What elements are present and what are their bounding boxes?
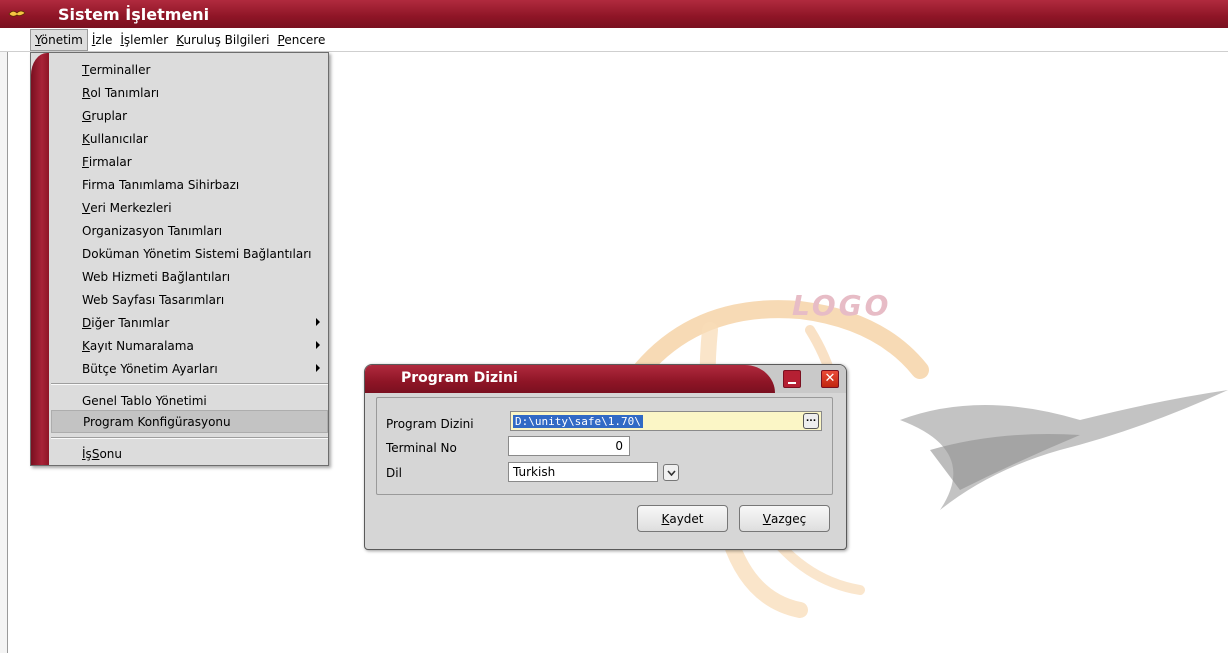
cancel-button[interactable]: Vazgeç [739, 505, 830, 532]
chevron-right-icon [316, 318, 320, 326]
menu-item-kayit-numaralama[interactable]: Kayıt Numaralama [51, 334, 328, 357]
menu-kurulus-mnemonic: K [176, 32, 184, 47]
language-label: Dil [386, 466, 402, 480]
browse-button[interactable]: ... [803, 413, 819, 429]
menu-separator [51, 383, 328, 385]
mnemonic: S [91, 446, 100, 461]
language-select[interactable]: Turkish [508, 462, 658, 482]
menu-item-label: Web Sayfası Tasarımları [82, 292, 225, 307]
menu-yonetim-label: önetim [40, 32, 83, 47]
chevron-down-icon[interactable] [663, 464, 679, 481]
dialog-field-group: Program Dizini D:\unity\safe\1.70\ ... T… [376, 397, 833, 495]
menu-item-firma-sihirbazi[interactable]: Firma Tanımlama Sihirbazı [51, 173, 328, 196]
dialog-titlebar[interactable]: Program Dizini ✕ [365, 365, 846, 393]
menu-item-label: erminaller [89, 62, 151, 77]
mnemonic: V [82, 200, 91, 215]
app-title: Sistem İşletmeni [58, 4, 210, 24]
chevron-right-icon [316, 364, 320, 372]
menu-yonetim[interactable]: Yönetim [30, 28, 88, 51]
menu-item-label: irmalar [88, 154, 132, 169]
program-dir-label: Program Dizini [386, 417, 474, 431]
menu-item-label: Doküman Yönetim Sistemi Bağlantıları [82, 246, 312, 261]
menu-item-organizasyon[interactable]: Organizasyon Tanımları [51, 219, 328, 242]
app-titlebar: Sistem İşletmeni [0, 0, 1228, 28]
yonetim-dropdown-menu: Terminaller Rol Tanımları Gruplar Kullan… [30, 52, 329, 466]
menu-item-genel-tablo[interactable]: Genel Tablo Yönetimi [51, 389, 328, 412]
menu-item-diger-tanimlar[interactable]: Diğer Tanımlar [51, 311, 328, 334]
mnemonic: K [82, 131, 90, 146]
minimize-button[interactable] [783, 370, 801, 388]
menu-item-firmalar[interactable]: Firmalar [51, 150, 328, 173]
program-dizini-dialog: Program Dizini ✕ Program Dizini D:\unity… [364, 364, 847, 550]
save-button[interactable]: Kaydet [637, 505, 728, 532]
menu-item-program-konfigurasyonu[interactable]: Program Konfigürasyonu [51, 410, 328, 433]
cancel-mnemonic: V [762, 511, 771, 526]
cancel-label: azgeç [770, 511, 807, 526]
close-button[interactable]: ✕ [821, 370, 839, 388]
menu-kurulus-label: uruluş Bilgileri [183, 32, 270, 47]
app-logo-icon [6, 5, 28, 23]
menu-item-butce-yonetim[interactable]: Bütçe Yönetim Ayarları [51, 357, 328, 380]
menu-item-web-hizmeti[interactable]: Web Hizmeti Bağlantıları [51, 265, 328, 288]
menu-item-gruplar[interactable]: Gruplar [51, 104, 328, 127]
mnemonic: R [82, 85, 91, 100]
menu-item-label: Bütçe Yönetim Ayarları [82, 361, 218, 376]
menu-item-is-sonu[interactable]: İş Sonu [51, 442, 328, 465]
menu-item-label: ol Tanımları [90, 85, 160, 100]
mnemonic: D [82, 315, 92, 330]
terminal-no-label: Terminal No [386, 441, 457, 455]
menu-item-label: Organizasyon Tanımları [82, 223, 223, 238]
menu-item-web-sayfasi[interactable]: Web Sayfası Tasarımları [51, 288, 328, 311]
menu-item-kullanicilar[interactable]: Kullanıcılar [51, 127, 328, 150]
menu-bar: Yönetim İzle İşlemler Kuruluş Bilgileri … [0, 28, 1228, 52]
menu-item-label: Program Konfigürasyonu [83, 414, 231, 429]
menu-item-terminaller[interactable]: Terminaller [51, 58, 328, 81]
menu-item-label: ullanıcılar [89, 131, 148, 146]
menu-islemler[interactable]: İşlemler [116, 30, 172, 50]
mnemonic: K [82, 338, 90, 353]
chevron-right-icon [316, 341, 320, 349]
menu-item-veri-merkezleri[interactable]: Veri Merkezleri [51, 196, 328, 219]
menu-pencere-label: encere [284, 32, 326, 47]
logo-text: LOGO [792, 289, 891, 322]
program-dir-value: D:\unity\safe\1.70\ [513, 414, 643, 428]
menu-separator [51, 437, 328, 439]
menu-item-label: ruplar [91, 108, 128, 123]
left-border [0, 52, 8, 653]
program-dir-input[interactable]: D:\unity\safe\1.70\ ... [510, 411, 822, 431]
save-label: aydet [669, 511, 704, 526]
menu-item-label: Firma Tanımlama Sihirbazı [82, 177, 240, 192]
mnemonic: G [82, 108, 92, 123]
menu-izle[interactable]: İzle [88, 30, 117, 50]
menu-kurulus-bilgileri[interactable]: Kuruluş Bilgileri [172, 30, 273, 50]
menu-item-label: eri Merkezleri [90, 200, 172, 215]
mnemonic: T [82, 62, 90, 77]
dialog-title: Program Dizini [401, 370, 518, 386]
menu-islemler-label: şlemler [123, 32, 169, 47]
menu-item-dokuman-yonetim[interactable]: Doküman Yönetim Sistemi Bağlantıları [51, 242, 328, 265]
menu-item-label: ayıt Numaralama [89, 338, 194, 353]
menu-item-label: Genel Tablo Yönetimi [82, 393, 207, 408]
menu-pencere[interactable]: Pencere [274, 30, 330, 50]
menu-item-rol-tanimlari[interactable]: Rol Tanımları [51, 81, 328, 104]
save-mnemonic: K [661, 511, 670, 526]
menu-side-strip [31, 53, 49, 465]
menu-item-label: iğer Tanımlar [91, 315, 170, 330]
menu-item-label: onu [99, 446, 122, 461]
menu-item-label: Web Hizmeti Bağlantıları [82, 269, 231, 284]
terminal-no-input[interactable]: 0 [508, 436, 630, 456]
mnemonic: F [82, 154, 89, 169]
menu-izle-label: zle [95, 32, 113, 47]
